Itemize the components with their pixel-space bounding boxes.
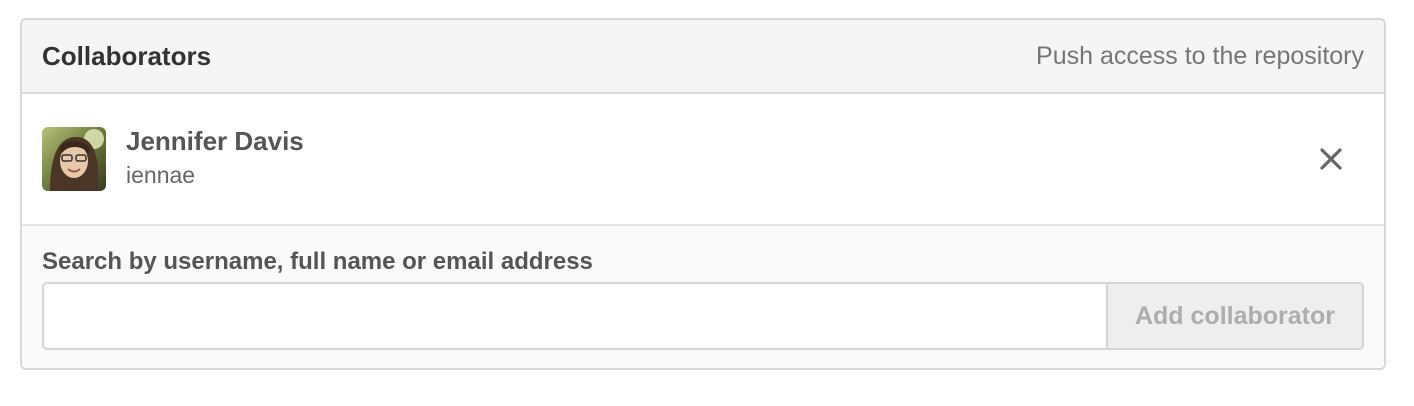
close-icon	[1320, 148, 1342, 170]
user-avatar-image	[42, 127, 106, 191]
add-collaborator-form: Search by username, full name or email a…	[22, 226, 1384, 368]
collaborator-name: Jennifer Davis	[126, 126, 304, 156]
collaborators-panel: Collaborators Push access to the reposit…	[20, 18, 1386, 370]
panel-title: Collaborators	[42, 40, 212, 71]
input-group: Add collaborator	[42, 282, 1364, 350]
add-collaborator-button[interactable]: Add collaborator	[1106, 282, 1364, 350]
search-label: Search by username, full name or email a…	[42, 248, 593, 275]
remove-collaborator-button[interactable]	[1318, 146, 1344, 172]
collaborator-search-input[interactable]	[42, 282, 1106, 350]
collaborator-login: iennae	[126, 162, 196, 188]
avatar[interactable]	[42, 127, 106, 191]
collaborator-row: Jennifer Davis iennae	[22, 94, 1384, 226]
panel-subtitle: Push access to the repository	[1036, 41, 1364, 70]
collaborator-info: Jennifer Davis iennae	[126, 125, 304, 193]
panel-header: Collaborators Push access to the reposit…	[22, 20, 1384, 94]
